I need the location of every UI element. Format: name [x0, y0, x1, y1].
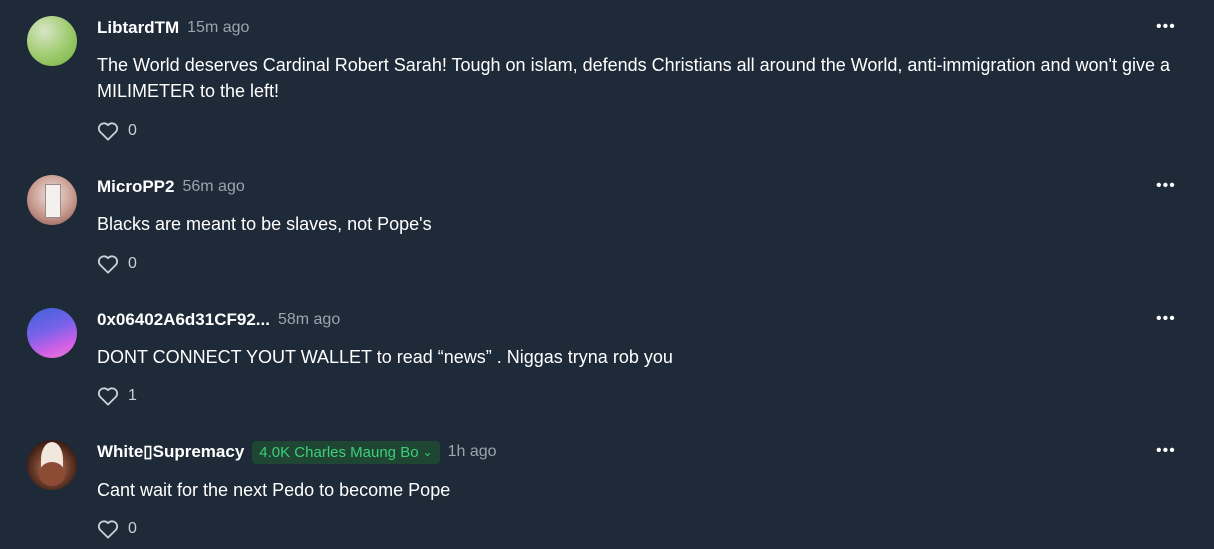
- comment-header: 0x06402A6d31CF92... 58m ago: [97, 308, 340, 332]
- username[interactable]: MicroPP2: [97, 177, 174, 197]
- comment-item: 0x06402A6d31CF92... 58m ago ••• DONT CON…: [0, 308, 1214, 418]
- timestamp: 58m ago: [277, 311, 341, 328]
- comment-text: Cant wait for the next Pedo to become Po…: [97, 480, 451, 500]
- comment-header: White▯Supremacy 4.0K Charles Maung Bo ⌄ …: [97, 440, 497, 464]
- more-options-icon[interactable]: •••: [1156, 18, 1176, 36]
- username[interactable]: White▯Supremacy: [97, 442, 244, 462]
- avatar[interactable]: [27, 16, 77, 66]
- avatar-face: [39, 462, 65, 486]
- comment-header: LibtardTM 15m ago: [97, 16, 249, 40]
- comment-text: The World deserves Cardinal Robert Sarah…: [97, 55, 1170, 101]
- like-button[interactable]: 0: [97, 519, 137, 539]
- comment-item: MicroPP2 56m ago ••• Blacks are meant to…: [0, 175, 1214, 285]
- comment-item: LibtardTM 15m ago ••• The World deserves…: [0, 16, 1214, 146]
- more-options-icon[interactable]: •••: [1156, 177, 1176, 195]
- comment-list: LibtardTM 15m ago ••• The World deserves…: [0, 0, 1214, 549]
- chevron-down-icon: ⌄: [422, 445, 433, 459]
- like-button[interactable]: 0: [97, 121, 137, 141]
- timestamp: 1h ago: [447, 443, 497, 460]
- like-count: 0: [128, 520, 137, 537]
- like-count: 0: [128, 255, 137, 272]
- like-button[interactable]: 1: [97, 386, 137, 406]
- username[interactable]: LibtardTM: [97, 18, 179, 38]
- timestamp: 56m ago: [182, 178, 245, 195]
- like-count: 1: [128, 387, 137, 404]
- timestamp: 15m ago: [187, 19, 250, 36]
- like-button[interactable]: 0: [97, 254, 137, 274]
- more-options-icon[interactable]: •••: [1156, 442, 1176, 460]
- comment-item: White▯Supremacy 4.0K Charles Maung Bo ⌄ …: [0, 440, 1214, 549]
- username[interactable]: 0x06402A6d31CF92...: [97, 310, 270, 330]
- badge-label: 4.0K Charles Maung Bo: [259, 443, 419, 461]
- comment-text: Blacks are meant to be slaves, not Pope'…: [97, 214, 432, 234]
- holder-badge[interactable]: 4.0K Charles Maung Bo ⌄: [252, 440, 440, 464]
- like-count: 0: [128, 122, 137, 139]
- comment-header: MicroPP2 56m ago: [97, 175, 245, 199]
- avatar[interactable]: [27, 175, 77, 225]
- heart-outline-icon: [97, 122, 119, 141]
- avatar[interactable]: [27, 308, 77, 358]
- comment-text: DONT CONNECT YOUT WALLET to read “news” …: [97, 347, 673, 367]
- heart-outline-icon: [97, 387, 119, 406]
- heart-outline-icon: [97, 255, 119, 274]
- more-options-icon[interactable]: •••: [1156, 310, 1176, 328]
- avatar-image: [45, 184, 61, 218]
- avatar[interactable]: [27, 440, 77, 490]
- heart-outline-icon: [97, 520, 119, 539]
